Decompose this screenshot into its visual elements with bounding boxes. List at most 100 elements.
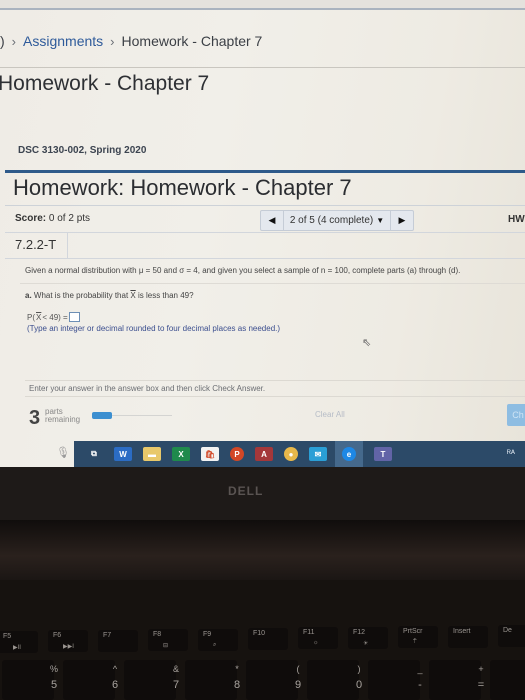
windows-taskbar: ⧉ W ▬ X 🛍 P A ● ✉ e Tᴿᴬ bbox=[74, 441, 525, 467]
key-label: F8 bbox=[153, 631, 162, 639]
tray-people-icon[interactable]: ᴿᴬ bbox=[507, 448, 515, 458]
breadcrumb: ) › Assignments › Homework - Chapter 7 bbox=[0, 33, 262, 49]
taskbar-excel-icon[interactable]: X bbox=[172, 447, 190, 461]
triangle-right-icon: ▶ bbox=[398, 215, 406, 225]
clear-all-button[interactable]: Clear All bbox=[315, 410, 345, 419]
part-a-text: What is the probability that bbox=[33, 291, 131, 300]
taskbar-word-icon[interactable]: W bbox=[114, 447, 132, 461]
question-id: 7.2.2-T bbox=[15, 237, 57, 252]
progress-track bbox=[112, 415, 172, 416]
part-a-text: is less than 49? bbox=[135, 291, 194, 300]
key-=[interactable]: + = bbox=[429, 660, 484, 700]
taskbar-chrome-icon[interactable]: ● bbox=[284, 447, 298, 461]
taskbar-teams-icon[interactable]: T bbox=[374, 447, 392, 461]
check-answer-button[interactable]: Ch bbox=[507, 404, 525, 426]
key-label: De bbox=[503, 627, 512, 634]
key-8[interactable]: * 8 bbox=[185, 660, 240, 700]
browser-top-bar bbox=[0, 0, 525, 10]
dell-logo: DELL bbox=[228, 484, 264, 498]
previous-question-button[interactable]: ◀ bbox=[261, 211, 284, 230]
laptop-hinge bbox=[0, 520, 525, 580]
key-5[interactable]: % 5 bbox=[2, 660, 58, 700]
x-bar-symbol: X bbox=[36, 312, 42, 322]
caret-down-icon: ▼ bbox=[376, 216, 385, 225]
breadcrumb-current: Homework - Chapter 7 bbox=[121, 33, 263, 49]
key-label: F10 bbox=[253, 630, 266, 637]
key-f11[interactable]: F11 ☼ bbox=[298, 627, 338, 650]
remaining-label: remaining bbox=[45, 415, 81, 424]
key-f9[interactable]: F9 ⌕ bbox=[198, 628, 238, 651]
score-value: 0 of 2 pts bbox=[48, 213, 91, 224]
prob-text: P( bbox=[27, 312, 35, 322]
divider bbox=[20, 283, 525, 284]
page-title: Homework - Chapter 7 bbox=[0, 72, 210, 95]
key-label: F6 bbox=[53, 632, 62, 640]
key-Ba[interactable]: Ba bbox=[490, 660, 525, 700]
key-label: F12 bbox=[353, 628, 366, 636]
course-name: DSC 3130-002, Spring 2020 bbox=[18, 145, 147, 156]
taskbar-store-icon[interactable]: 🛍 bbox=[201, 447, 219, 461]
key-sublabel: ⌕ bbox=[213, 641, 217, 648]
key-f7[interactable]: F7 bbox=[98, 629, 138, 652]
key-f5[interactable]: F5 ▶II bbox=[0, 631, 38, 653]
taskbar-access-icon[interactable]: A bbox=[255, 447, 273, 461]
divider bbox=[5, 205, 525, 206]
key-label: Insert bbox=[453, 627, 471, 635]
key-0[interactable]: ) 0 bbox=[307, 660, 362, 700]
key-f8[interactable]: F8 ⊟ bbox=[148, 629, 188, 652]
question-navigator: ◀ 2 of 5 (4 complete) ▼ ▶ bbox=[260, 210, 414, 231]
mouse-pointer-icon: ⇖ bbox=[362, 337, 372, 349]
divider bbox=[5, 258, 525, 259]
key-label: F9 bbox=[203, 630, 212, 638]
key-prtscr[interactable]: PrtScr ⍑ bbox=[398, 626, 438, 649]
breadcrumb-separator: › bbox=[110, 33, 115, 49]
part-a-question: a. What is the probability that X is les… bbox=[25, 291, 194, 300]
prob-text: < 49) = bbox=[42, 312, 68, 322]
question-select-dropdown[interactable]: 2 of 5 (4 complete) ▼ bbox=[284, 211, 390, 230]
key-sublabel: ☼ bbox=[313, 640, 319, 647]
probability-expression: P(X < 49) = bbox=[27, 312, 80, 322]
key-sublabel: ⊟ bbox=[163, 643, 169, 650]
taskbar-powerpoint-icon[interactable]: P bbox=[230, 447, 244, 461]
key-9[interactable]: (9 bbox=[246, 660, 301, 700]
taskbar-file-explorer-icon[interactable]: ▬ bbox=[143, 447, 161, 461]
key--[interactable]: _ - bbox=[368, 660, 423, 700]
key-sublabel: ▶II bbox=[13, 645, 21, 651]
microphone-icon[interactable]: 🎙 bbox=[56, 446, 70, 460]
parts-progress-bar bbox=[92, 412, 172, 419]
parts-remaining-count: 3 bbox=[29, 407, 41, 429]
key-label: PrtScr bbox=[403, 628, 423, 636]
next-question-button[interactable]: ▶ bbox=[390, 211, 413, 230]
answer-input[interactable] bbox=[68, 312, 80, 322]
key-7[interactable]: & 7 bbox=[124, 660, 179, 700]
breadcrumb-separator: › bbox=[11, 33, 17, 49]
breadcrumb-assignments-link[interactable]: Assignments bbox=[23, 33, 103, 49]
progress-fill bbox=[92, 412, 112, 419]
key-label: F11 bbox=[303, 629, 315, 637]
instructions: Enter your answer in the answer box and … bbox=[29, 384, 266, 393]
taskbar-task-view-icon[interactable]: ⧉ bbox=[85, 447, 103, 461]
key-label: F5 bbox=[3, 633, 12, 640]
taskbar-mail-icon[interactable]: ✉ bbox=[309, 447, 327, 461]
key-sublabel: ☀ bbox=[363, 640, 369, 647]
key-f10[interactable]: F10 bbox=[248, 628, 288, 650]
key-label: F7 bbox=[103, 631, 112, 639]
screen: ) › Assignments › Homework - Chapter 7 H… bbox=[0, 0, 525, 467]
key-main-label: Ba bbox=[516, 679, 525, 691]
question-stem: Given a normal distribution with μ = 50 … bbox=[25, 266, 461, 275]
part-a-label: a. bbox=[25, 291, 32, 300]
key-insert[interactable]: Insert bbox=[448, 625, 488, 648]
triangle-left-icon: ◀ bbox=[268, 215, 276, 225]
key-6[interactable]: ^ 6 bbox=[63, 660, 118, 700]
homework-title: Homework: Homework - Chapter 7 bbox=[13, 175, 352, 200]
hw-player-link[interactable]: HW bbox=[508, 214, 525, 225]
key-f6[interactable]: F6 ▶▶I bbox=[48, 630, 88, 653]
key-f12[interactable]: F12 ☀ bbox=[348, 626, 388, 649]
taskbar-edge-icon[interactable]: e bbox=[342, 447, 356, 461]
key-sublabel: ⍑ bbox=[413, 639, 417, 646]
answer-hint: (Type an integer or decimal rounded to f… bbox=[27, 324, 281, 333]
question-position: 2 of 5 (4 complete) bbox=[289, 215, 374, 226]
divider bbox=[5, 232, 525, 233]
taskbar-active-slot: e bbox=[335, 441, 363, 467]
key-de[interactable]: De bbox=[498, 625, 525, 647]
